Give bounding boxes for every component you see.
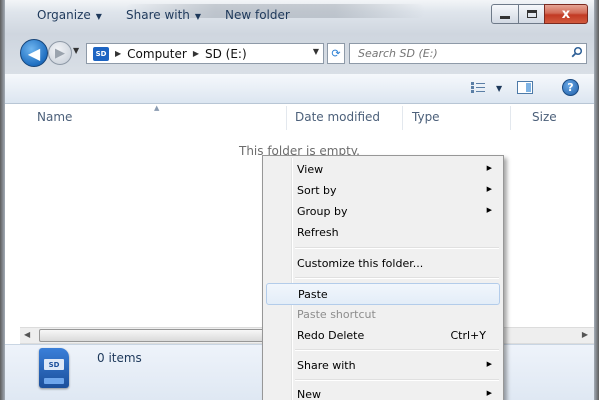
menu-item-group-by[interactable]: Group by ▶ bbox=[266, 201, 500, 223]
menu-item-refresh[interactable]: Refresh bbox=[266, 222, 500, 244]
column-header-type[interactable]: Type bbox=[412, 110, 440, 124]
close-button[interactable]: x bbox=[544, 4, 588, 24]
recent-pages-dropdown-icon[interactable]: ▼ bbox=[73, 46, 79, 55]
organize-label: Organize bbox=[37, 8, 91, 22]
window-frame-right bbox=[594, 0, 599, 400]
address-bar[interactable]: SD ▶ Computer ▶ SD (E:) ▼ bbox=[86, 43, 324, 64]
submenu-arrow-icon: ▶ bbox=[486, 389, 492, 397]
help-icon[interactable]: ? bbox=[562, 79, 579, 96]
context-menu: View ▶ Sort by ▶ Group by ▶ Refresh Cust… bbox=[262, 155, 504, 400]
organize-dropdown-icon: ▼ bbox=[95, 12, 102, 21]
back-button[interactable]: ◀ bbox=[20, 39, 48, 67]
menu-item-label: Paste bbox=[298, 288, 328, 301]
menu-item-new[interactable]: New ▶ bbox=[266, 384, 500, 400]
menu-item-share-with[interactable]: Share with ▶ bbox=[266, 355, 500, 377]
submenu-arrow-icon: ▶ bbox=[486, 185, 492, 193]
close-icon: x bbox=[561, 6, 571, 22]
scroll-right-icon[interactable]: ▶ bbox=[582, 330, 588, 339]
new-folder-label: New folder bbox=[225, 8, 290, 22]
column-header-name[interactable]: Name bbox=[37, 110, 72, 124]
share-with-label: Share with bbox=[126, 8, 190, 22]
menu-separator bbox=[295, 277, 499, 279]
submenu-arrow-icon: ▶ bbox=[486, 164, 492, 172]
menu-item-label: Share with bbox=[297, 359, 356, 372]
search-icon[interactable] bbox=[571, 46, 583, 58]
menu-item-label: Refresh bbox=[297, 226, 339, 239]
change-view-icon[interactable] bbox=[471, 82, 485, 93]
submenu-arrow-icon: ▶ bbox=[486, 360, 492, 368]
preview-pane-icon[interactable] bbox=[517, 81, 533, 94]
menu-item-sort-by[interactable]: Sort by ▶ bbox=[266, 180, 500, 202]
forward-arrow-icon: ▶ bbox=[55, 45, 65, 61]
menu-separator bbox=[295, 349, 499, 351]
menu-item-paste[interactable]: Paste bbox=[266, 283, 500, 305]
item-count: 0 items bbox=[97, 351, 142, 365]
breadcrumb-sd-drive[interactable]: SD (E:) bbox=[205, 47, 247, 61]
menu-item-label: New bbox=[297, 388, 321, 400]
breadcrumb-separator-icon[interactable]: ▶ bbox=[115, 49, 121, 58]
sort-indicator-icon: ▲ bbox=[154, 104, 160, 112]
maximize-button[interactable] bbox=[518, 4, 545, 24]
column-header-date-modified[interactable]: Date modified bbox=[295, 110, 380, 124]
share-with-button[interactable]: Share with ▼ bbox=[126, 8, 201, 22]
menu-item-paste-shortcut[interactable]: Paste shortcut bbox=[266, 304, 500, 326]
submenu-arrow-icon: ▶ bbox=[486, 206, 492, 214]
sd-card-stripe bbox=[44, 378, 64, 384]
menu-separator bbox=[295, 379, 499, 381]
share-with-dropdown-icon: ▼ bbox=[194, 12, 202, 21]
maximize-icon bbox=[526, 10, 537, 18]
menu-item-shortcut: Ctrl+Y bbox=[450, 329, 486, 342]
menu-item-label: Group by bbox=[297, 205, 348, 218]
back-arrow-icon: ◀ bbox=[27, 43, 41, 63]
scrollbar-thumb[interactable] bbox=[39, 329, 286, 342]
menu-separator bbox=[295, 247, 499, 249]
organize-button[interactable]: Organize ▼ bbox=[37, 8, 102, 22]
column-divider[interactable] bbox=[510, 106, 511, 130]
minimize-button[interactable] bbox=[491, 4, 519, 24]
menu-item-label: View bbox=[297, 163, 324, 176]
sd-card-label: SD bbox=[44, 359, 64, 370]
forward-button[interactable]: ▶ bbox=[48, 41, 72, 65]
menu-item-redo-delete[interactable]: Redo Delete Ctrl+Y bbox=[266, 325, 500, 347]
refresh-icon: ⟳ bbox=[331, 47, 341, 60]
menu-item-label: Customize this folder... bbox=[297, 257, 424, 270]
menu-item-label: Paste shortcut bbox=[297, 308, 376, 321]
refresh-button[interactable]: ⟳ bbox=[327, 43, 345, 64]
menu-item-customize-folder[interactable]: Customize this folder... bbox=[266, 253, 500, 275]
explorer-window: x ◀ ▶ ▼ SD ▶ Computer ▶ SD (E:) ▼ ⟳ Orga… bbox=[0, 0, 599, 400]
address-dropdown-icon[interactable]: ▼ bbox=[313, 47, 319, 56]
view-options-dropdown-icon[interactable]: ▼ bbox=[496, 84, 502, 93]
menu-item-label: Sort by bbox=[297, 184, 337, 197]
sd-card-icon: SD bbox=[93, 46, 109, 61]
sd-card-drive-icon: SD bbox=[39, 348, 69, 388]
column-divider[interactable] bbox=[286, 106, 287, 130]
scroll-left-icon[interactable]: ◀ bbox=[24, 330, 30, 339]
help-glyph: ? bbox=[567, 81, 574, 94]
column-divider[interactable] bbox=[402, 106, 403, 130]
command-bar bbox=[5, 74, 594, 104]
search-box[interactable] bbox=[349, 43, 587, 64]
new-folder-button[interactable]: New folder bbox=[225, 8, 290, 22]
breadcrumb-computer[interactable]: Computer bbox=[127, 47, 187, 61]
minimize-icon bbox=[500, 15, 510, 19]
menu-item-label: Redo Delete bbox=[297, 329, 365, 342]
column-header-size[interactable]: Size bbox=[532, 110, 557, 124]
breadcrumb-separator-icon[interactable]: ▶ bbox=[193, 49, 199, 58]
search-input[interactable] bbox=[356, 46, 560, 61]
menu-item-view[interactable]: View ▶ bbox=[266, 159, 500, 181]
